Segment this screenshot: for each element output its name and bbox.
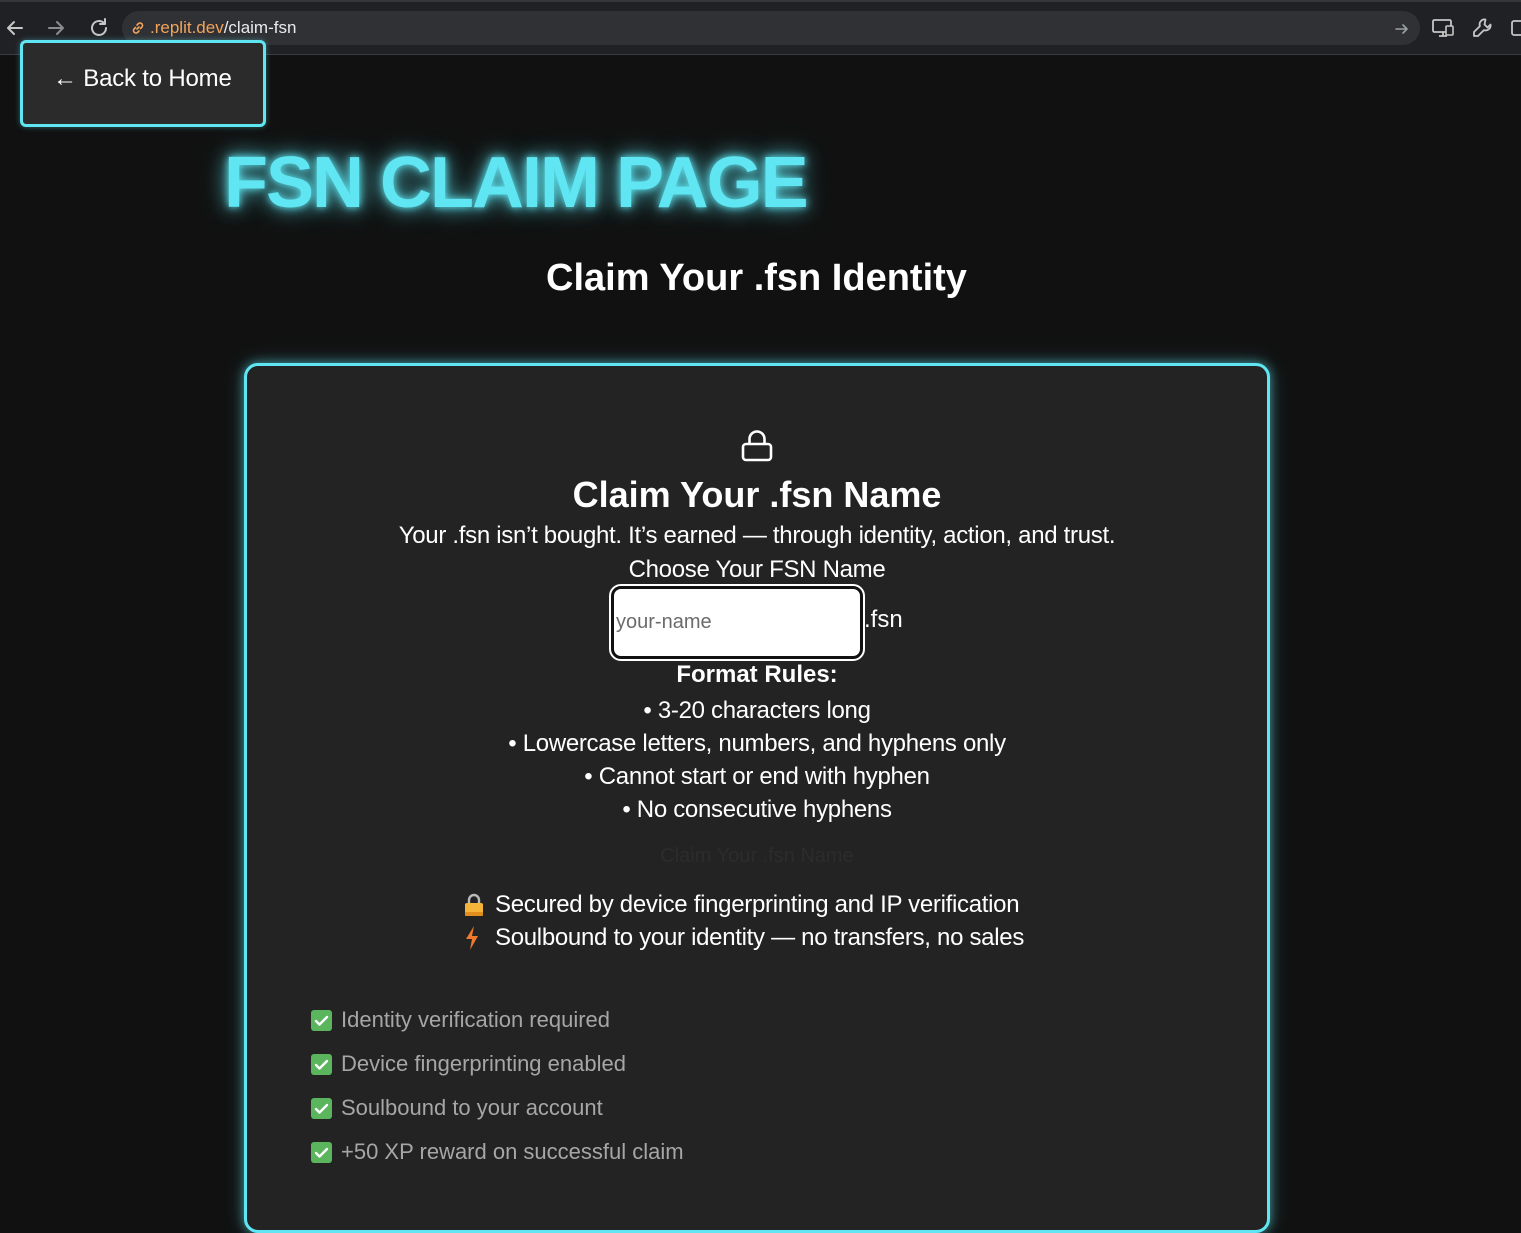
checklist-item: +50 XP reward on successful claim bbox=[311, 1130, 684, 1174]
format-rule: • Lowercase letters, numbers, and hyphen… bbox=[508, 730, 1006, 757]
format-rules-title: Format Rules: bbox=[676, 661, 838, 688]
wrench-icon[interactable] bbox=[1471, 16, 1495, 40]
security-notes: Secured by device fingerprinting and IP … bbox=[463, 888, 1063, 954]
fsn-name-input[interactable] bbox=[609, 584, 865, 661]
address-bar[interactable]: .replit.dev/claim-fsn bbox=[122, 11, 1420, 45]
checklist-item: Identity verification required bbox=[311, 998, 684, 1042]
card-title: Claim Your .fsn Name bbox=[572, 474, 942, 515]
reload-icon[interactable] bbox=[85, 14, 113, 42]
format-rules-list: • 3-20 characters long • Lowercase lette… bbox=[247, 694, 1267, 826]
extension-icon[interactable] bbox=[1509, 16, 1521, 40]
checklist-item: Device fingerprinting enabled bbox=[311, 1042, 684, 1086]
link-icon bbox=[132, 22, 144, 34]
format-rule: • Cannot start or end with hyphen bbox=[584, 763, 930, 790]
cast-screen-icon[interactable] bbox=[1431, 16, 1455, 40]
feature-checklist: Identity verification required Device fi… bbox=[311, 998, 684, 1174]
lightning-icon bbox=[463, 921, 495, 954]
claim-submit-button[interactable]: Claim Your .fsn Name bbox=[607, 836, 907, 876]
tab-strip-edge bbox=[0, 0, 1521, 2]
card-tagline: Your .fsn isn’t bought. It’s earned — th… bbox=[398, 522, 1116, 549]
fsn-suffix: .fsn bbox=[864, 606, 903, 633]
page-title: FSN CLAIM PAGE bbox=[224, 143, 809, 223]
back-button-label: ← Back to Home bbox=[53, 65, 232, 92]
format-rule: • No consecutive hyphens bbox=[622, 796, 892, 823]
back-arrow-icon[interactable] bbox=[1, 14, 29, 42]
check-icon bbox=[311, 1053, 332, 1075]
page-subtitle: Claim Your .fsn Identity bbox=[546, 257, 967, 299]
url-text: .replit.dev/claim-fsn bbox=[150, 18, 297, 37]
format-rule: • 3-20 characters long bbox=[643, 697, 871, 724]
name-field-label: Choose Your FSN Name bbox=[628, 556, 886, 583]
checklist-item: Soulbound to your account bbox=[311, 1086, 684, 1130]
lock-emoji-icon bbox=[463, 888, 495, 921]
claim-card: Claim Your .fsn Name Your .fsn isn’t bou… bbox=[244, 363, 1270, 1233]
check-icon bbox=[311, 1009, 332, 1031]
go-arrow-icon[interactable] bbox=[1394, 21, 1410, 37]
back-to-home-button[interactable]: ← Back to Home bbox=[20, 40, 266, 127]
forward-arrow-icon[interactable] bbox=[42, 14, 70, 42]
security-note: Soulbound to your identity — no transfer… bbox=[463, 921, 1063, 954]
check-icon bbox=[311, 1097, 332, 1119]
check-icon bbox=[311, 1141, 332, 1163]
security-note: Secured by device fingerprinting and IP … bbox=[463, 888, 1063, 921]
lock-icon bbox=[741, 430, 773, 462]
